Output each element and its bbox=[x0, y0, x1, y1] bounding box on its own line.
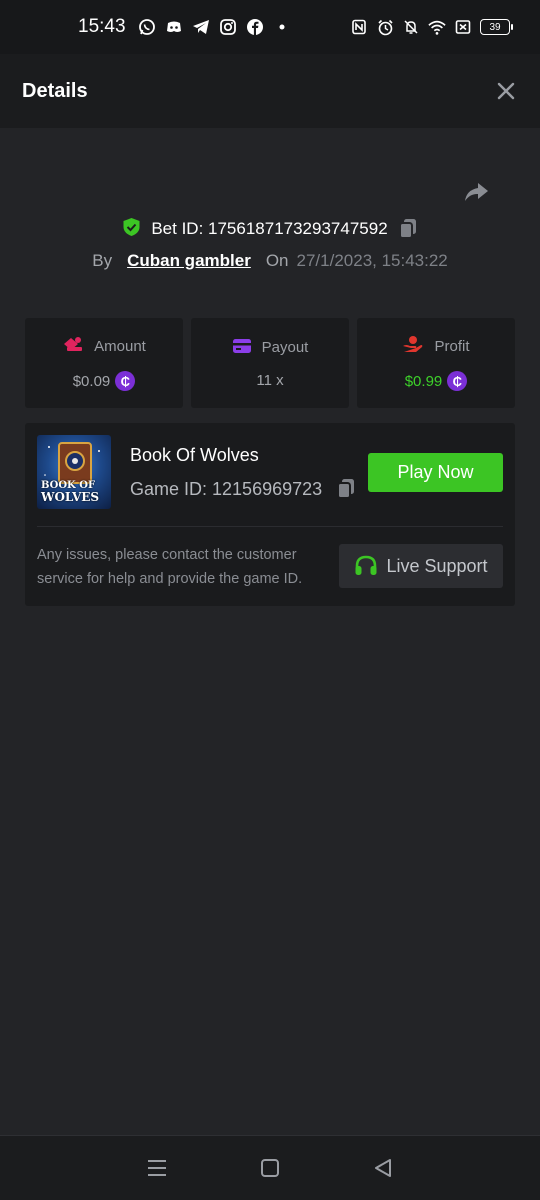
profit-card: Profit $0.99 ₵ bbox=[357, 318, 515, 408]
wifi-icon bbox=[428, 18, 446, 36]
page-title: Details bbox=[22, 79, 88, 102]
discord-icon bbox=[165, 18, 183, 36]
bet-id-row: Bet ID: 1756187173293747592 bbox=[0, 216, 540, 242]
dot-icon bbox=[273, 18, 291, 36]
status-bar: 15:43 39 bbox=[0, 0, 540, 54]
game-id: Game ID: 12156969723 bbox=[130, 478, 323, 499]
close-icon bbox=[497, 82, 515, 100]
payout-label: Payout bbox=[261, 339, 309, 356]
details-header: Details bbox=[0, 54, 540, 128]
amount-value: $0.09 bbox=[72, 372, 111, 390]
system-navigation-bar bbox=[0, 1135, 540, 1200]
notification-icons bbox=[138, 18, 291, 36]
amount-card: Amount $0.09 ₵ bbox=[25, 318, 183, 408]
status-time: 15:43 bbox=[78, 16, 126, 37]
bet-author-row: By Cuban gambler On 27/1/2023, 15:43:22 bbox=[0, 248, 540, 274]
share-button[interactable] bbox=[462, 178, 490, 206]
amount-icon bbox=[62, 335, 84, 357]
bet-stats: Amount $0.09 ₵ Payout 11 x Profit $0.99 … bbox=[25, 318, 515, 408]
game-id-row: Game ID: 12156969723 bbox=[130, 478, 356, 500]
on-label: On bbox=[265, 251, 289, 270]
profit-label: Profit bbox=[434, 337, 470, 355]
game-title: Book Of Wolves bbox=[130, 445, 259, 465]
headset-icon bbox=[354, 555, 378, 577]
whatsapp-icon bbox=[138, 18, 156, 36]
amount-label: Amount bbox=[94, 337, 146, 355]
username-link[interactable]: Cuban gambler bbox=[127, 251, 251, 271]
home-square-icon bbox=[260, 1159, 279, 1177]
play-now-button[interactable]: Play Now bbox=[368, 453, 503, 492]
facebook-icon bbox=[246, 18, 264, 36]
telegram-icon bbox=[192, 18, 210, 36]
sim-off-icon bbox=[454, 18, 472, 36]
game-card: BOOK OF WOLVES Book Of Wolves Game ID: 1… bbox=[25, 423, 515, 606]
profit-icon bbox=[402, 335, 424, 357]
payout-value: 11 x bbox=[256, 371, 284, 389]
payout-card-icon bbox=[232, 338, 252, 358]
coin-icon: ₵ bbox=[115, 371, 136, 391]
coin-icon: ₵ bbox=[447, 371, 468, 391]
thumbnail-title-line-2: WOLVES bbox=[41, 490, 100, 504]
home-button[interactable] bbox=[256, 1154, 284, 1182]
instagram-icon bbox=[219, 18, 237, 36]
profit-value: $0.99 bbox=[404, 372, 443, 390]
back-button[interactable] bbox=[369, 1154, 397, 1182]
copy-icon bbox=[398, 219, 416, 239]
menu-icon bbox=[147, 1160, 166, 1176]
verified-shield-icon bbox=[122, 217, 141, 242]
battery-icon: 39 bbox=[480, 19, 513, 35]
system-icons: 39 bbox=[350, 18, 513, 36]
support-message: Any issues, please contact the customer … bbox=[37, 547, 303, 587]
bell-muted-icon bbox=[402, 18, 420, 36]
bet-id: Bet ID: 1756187173293747592 bbox=[151, 219, 388, 238]
thumbnail-title: BOOK OF WOLVES bbox=[41, 481, 100, 504]
game-thumbnail[interactable]: BOOK OF WOLVES bbox=[37, 435, 111, 509]
divider bbox=[37, 526, 503, 527]
recents-button[interactable] bbox=[143, 1154, 171, 1182]
back-triangle-icon bbox=[375, 1159, 392, 1177]
by-label: By bbox=[92, 251, 113, 270]
live-support-label: Live Support bbox=[386, 555, 488, 576]
payout-card: Payout 11 x bbox=[191, 318, 349, 408]
bet-datetime: 27/1/2023, 15:43:22 bbox=[296, 251, 448, 270]
copy-game-id-button[interactable] bbox=[336, 478, 356, 500]
live-support-button[interactable]: Live Support bbox=[339, 544, 503, 588]
share-icon bbox=[465, 183, 488, 201]
copy-bet-id-button[interactable] bbox=[398, 218, 418, 240]
close-button[interactable] bbox=[494, 79, 518, 103]
alarm-icon bbox=[376, 18, 394, 36]
copy-icon bbox=[337, 479, 355, 499]
nfc-icon bbox=[350, 18, 368, 36]
